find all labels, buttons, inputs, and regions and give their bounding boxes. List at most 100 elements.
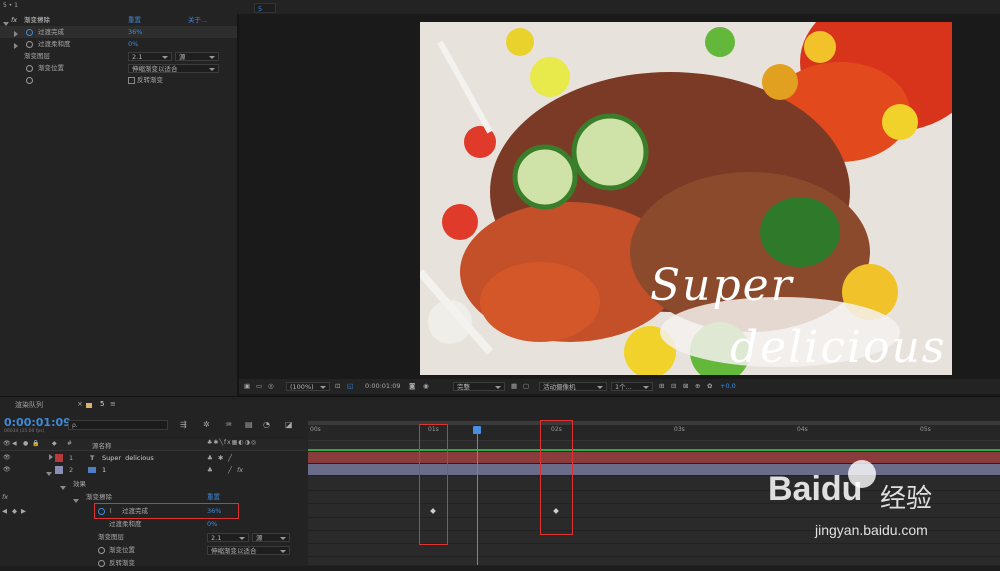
layer-row-2[interactable]: 👁 2 1 ♣ ╱ fx bbox=[0, 464, 307, 476]
stopwatch-icon[interactable] bbox=[26, 65, 33, 72]
layer-search-input[interactable]: ρ. bbox=[68, 420, 168, 430]
reset-exposure-icon[interactable]: ✿ bbox=[707, 379, 712, 394]
fx-icon[interactable]: fx bbox=[2, 491, 8, 503]
tab-render-queue[interactable]: 渲染队列 bbox=[15, 400, 43, 410]
layer-name[interactable]: Super delicious bbox=[102, 452, 154, 464]
shy-icon[interactable]: ♒ bbox=[225, 420, 232, 429]
work-area-bar[interactable] bbox=[308, 421, 1000, 425]
layer-1-bar[interactable] bbox=[308, 452, 1000, 464]
fx-icon[interactable]: fx bbox=[11, 14, 17, 26]
layer-2-bar[interactable] bbox=[308, 464, 1000, 476]
roi-icon[interactable]: ▢ bbox=[523, 379, 529, 394]
prop-value[interactable]: 0% bbox=[207, 518, 217, 530]
collapse-switch-icon[interactable]: ✱ bbox=[218, 452, 223, 464]
playhead-handle[interactable] bbox=[473, 426, 481, 434]
about-button[interactable]: 关于... bbox=[188, 14, 207, 26]
effect-row[interactable]: fx 渐变擦除 重置 bbox=[0, 491, 307, 503]
source-name-header[interactable]: 源名称 bbox=[92, 440, 112, 450]
prop-row-gradient-placement[interactable]: 渐变位置 伸缩渐变以适合 bbox=[0, 544, 307, 556]
time-ruler[interactable] bbox=[308, 420, 1000, 441]
close-icon[interactable]: × bbox=[77, 400, 83, 408]
motion-blur-icon[interactable]: ◔ bbox=[263, 420, 270, 429]
expand-triangle-icon[interactable] bbox=[14, 43, 18, 49]
visibility-eye-icon[interactable]: 👁 bbox=[3, 452, 11, 464]
draft-3d-icon[interactable]: ✲ bbox=[203, 420, 210, 429]
gradient-placement-dropdown[interactable]: 伸缩渐变以适合 bbox=[128, 64, 219, 73]
eye-icon[interactable]: 👁 bbox=[3, 440, 11, 447]
gradient-layer-dropdown[interactable]: 2.1 bbox=[207, 533, 249, 542]
prop-row-transition-softness[interactable]: 过渡柔和度 0% bbox=[0, 518, 307, 530]
stopwatch-icon[interactable] bbox=[26, 29, 33, 36]
composition-canvas[interactable]: Super delicious bbox=[420, 22, 952, 375]
stopwatch-icon[interactable] bbox=[98, 547, 105, 554]
quality-dropdown[interactable]: 完整 bbox=[453, 382, 505, 391]
audio-icon[interactable]: ◀ bbox=[12, 440, 17, 447]
color-icon[interactable]: ◉ bbox=[423, 379, 429, 394]
next-keyframe-icon[interactable]: ▶ bbox=[21, 505, 26, 517]
gradient-placement-dropdown[interactable]: 伸缩渐变以适合 bbox=[207, 546, 290, 555]
fx-switch-icon[interactable]: fx bbox=[237, 464, 243, 476]
visibility-eye-icon[interactable]: 👁 bbox=[3, 464, 11, 476]
viewer-timecode[interactable]: 0:00:01:09 bbox=[365, 379, 401, 394]
camera-dropdown[interactable]: 活动摄像机 bbox=[539, 382, 607, 391]
collapse-triangle-icon[interactable] bbox=[73, 499, 79, 503]
monitor-icon[interactable]: ▭ bbox=[256, 379, 262, 394]
pixel-icon[interactable]: ⊟ bbox=[671, 379, 676, 394]
prop-gradient-layer: 渐变图层 2.1 源 bbox=[0, 50, 237, 62]
tab-comp-5[interactable]: 5 bbox=[100, 400, 104, 408]
fit-icon[interactable]: ⊡ bbox=[335, 379, 340, 394]
label-tag-icon[interactable]: ◆ bbox=[52, 440, 57, 447]
gradient-source-dropdown[interactable]: 源 bbox=[252, 533, 290, 542]
region-icon[interactable]: ◱ bbox=[347, 379, 353, 394]
frame-blend-icon[interactable]: ▤ bbox=[245, 420, 253, 429]
comp-flow-icon[interactable]: ⇶ bbox=[180, 420, 187, 429]
current-time[interactable]: 0:00:01:09 bbox=[4, 416, 71, 429]
menu-icon[interactable]: ≡ bbox=[110, 400, 116, 408]
layout-icon[interactable]: ⊞ bbox=[659, 379, 664, 394]
effects-group-row[interactable]: 效果 bbox=[0, 478, 307, 490]
prop-row-gradient-layer[interactable]: 渐变图层 2.1 源 bbox=[0, 531, 307, 543]
prop-transition-softness[interactable]: 过渡柔和度 0% bbox=[0, 38, 237, 50]
invert-gradient-checkbox[interactable] bbox=[128, 77, 135, 84]
stopwatch-icon[interactable] bbox=[98, 560, 105, 567]
flowchart-icon[interactable]: ⊕ bbox=[695, 379, 700, 394]
overlay-text-super: Super bbox=[650, 260, 794, 311]
prop-value[interactable]: 0% bbox=[128, 38, 138, 50]
shy-switch-icon[interactable]: ♣ bbox=[207, 452, 213, 464]
transparency-icon[interactable]: ▦ bbox=[511, 379, 517, 394]
prop-transition-completion[interactable]: 过渡完成 36% bbox=[0, 26, 237, 38]
composition-tab[interactable]: 5 bbox=[254, 3, 276, 13]
mask-icon[interactable]: ◎ bbox=[268, 379, 274, 394]
quality-switch-icon[interactable]: ╱ bbox=[228, 452, 232, 464]
layer-label-color[interactable] bbox=[55, 466, 63, 474]
stopwatch-icon[interactable] bbox=[26, 41, 33, 48]
prev-keyframe-icon[interactable]: ◀ bbox=[2, 505, 7, 517]
lock-icon[interactable]: 🔒 bbox=[32, 440, 39, 447]
3d-icon[interactable]: ⊠ bbox=[683, 379, 688, 394]
playhead-line[interactable] bbox=[477, 426, 478, 565]
gradient-layer-dropdown[interactable]: 2.1 bbox=[128, 52, 172, 61]
grid-icon[interactable]: ▣ bbox=[244, 379, 250, 394]
reset-button[interactable]: 重置 bbox=[128, 14, 141, 26]
prop-row-invert-gradient[interactable]: 反转渐变 bbox=[0, 557, 307, 569]
layer-row-1[interactable]: 👁 1 T Super delicious ♣ ✱ ╱ bbox=[0, 452, 307, 464]
prop-value[interactable]: 36% bbox=[128, 26, 142, 38]
effect-reset-button[interactable]: 重置 bbox=[207, 491, 220, 503]
graph-editor-icon[interactable]: ◪ bbox=[285, 420, 293, 429]
layer-name[interactable]: 1 bbox=[102, 464, 106, 476]
stopwatch-icon[interactable] bbox=[26, 77, 33, 84]
solo-icon[interactable]: ● bbox=[23, 440, 28, 447]
gradient-source-dropdown[interactable]: 源 bbox=[175, 52, 219, 61]
collapse-triangle-icon[interactable] bbox=[60, 486, 66, 490]
camera-icon[interactable]: ◙ bbox=[409, 379, 415, 394]
expand-triangle-icon[interactable] bbox=[49, 454, 53, 460]
quality-switch-icon[interactable]: ╱ bbox=[228, 464, 232, 476]
add-keyframe-icon[interactable]: ◆ bbox=[12, 505, 17, 517]
collapse-triangle-icon[interactable] bbox=[46, 472, 52, 476]
shy-switch-icon[interactable]: ♣ bbox=[207, 464, 213, 476]
zoom-dropdown[interactable]: (100%) bbox=[286, 382, 330, 391]
exposure-value[interactable]: +0.0 bbox=[720, 379, 736, 394]
expand-triangle-icon[interactable] bbox=[14, 31, 18, 37]
views-dropdown[interactable]: 1个... bbox=[611, 382, 653, 391]
layer-label-color[interactable] bbox=[55, 454, 63, 462]
